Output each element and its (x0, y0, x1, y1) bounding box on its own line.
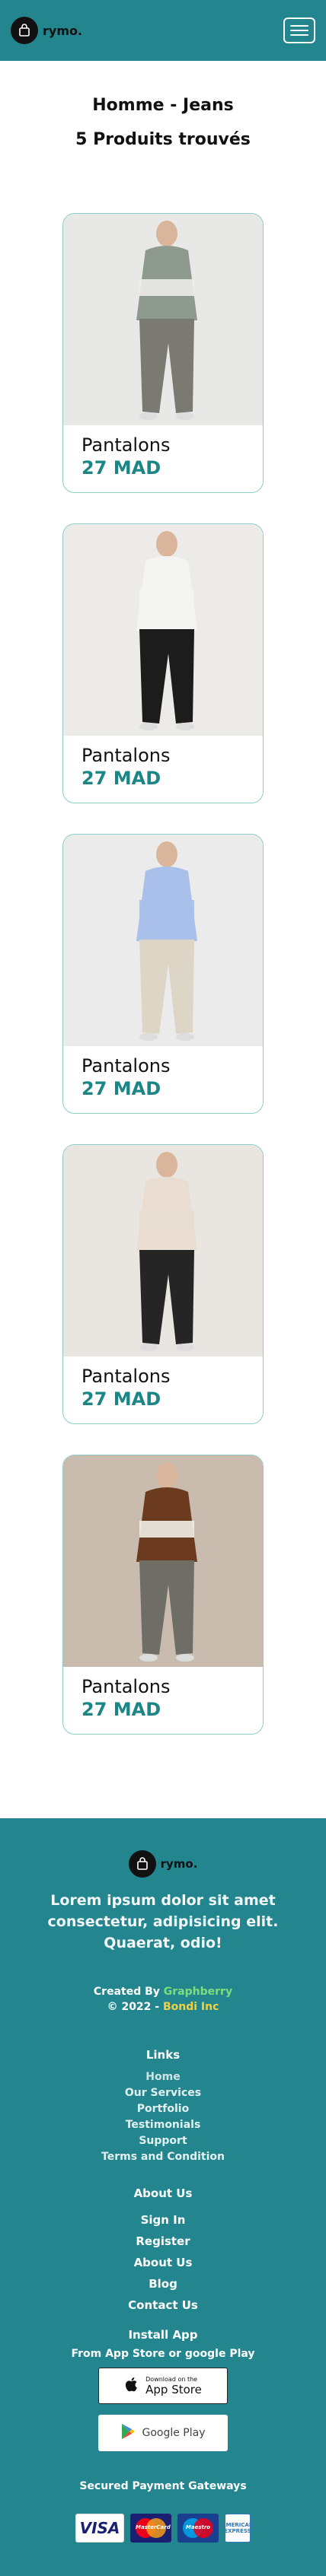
product-name[interactable]: Pantalons (82, 745, 244, 766)
google-play-button[interactable]: Google Play (98, 2415, 228, 2451)
product-card[interactable]: Pantalons 27 MAD (62, 1455, 264, 1735)
app-store-big-text: App Store (145, 2382, 202, 2396)
product-card[interactable]: Pantalons 27 MAD (62, 1144, 264, 1424)
product-name[interactable]: Pantalons (82, 1676, 244, 1697)
product-image[interactable] (63, 524, 263, 736)
product-name[interactable]: Pantalons (82, 1366, 244, 1387)
product-info: Pantalons 27 MAD (63, 1356, 263, 1419)
footer-brand-name: rymo. (160, 1857, 198, 1871)
product-price: 27 MAD (82, 768, 161, 789)
about-heading: About Us (133, 2186, 193, 2200)
maestro-label: Maestro (185, 2524, 211, 2530)
created-by-link[interactable]: Graphberry (164, 1986, 232, 1998)
footer-link-portfolio[interactable]: Portfolio (0, 2101, 326, 2117)
product-image[interactable] (63, 1455, 263, 1667)
product-card[interactable]: Pantalons 27 MAD (62, 523, 264, 803)
footer-link-testimonials[interactable]: Testimonials (0, 2117, 326, 2133)
about-link-sign-in[interactable]: Sign In (0, 2209, 326, 2231)
copyright-owner-link[interactable]: Bondi Inc (163, 2001, 219, 2013)
product-info: Pantalons 27 MAD (63, 1667, 263, 1729)
about-links: Sign In Register About Us Blog Contact U… (0, 2209, 326, 2316)
brand-logo[interactable]: rymo. (11, 17, 82, 44)
google-play-icon (120, 2423, 136, 2443)
about-link-contact[interactable]: Contact Us (0, 2295, 326, 2316)
product-image[interactable] (63, 835, 263, 1046)
install-app-title: Install App (128, 2328, 198, 2342)
product-info: Pantalons 27 MAD (63, 425, 263, 488)
mastercard-label: MasterCard (136, 2524, 171, 2530)
maestro-icon: Maestro (177, 2514, 219, 2543)
copyright-label: © 2022 - (107, 2001, 163, 2013)
product-list: Pantalons 27 MAD Pantalons 27 MAD Pantalons 2… (0, 213, 326, 1735)
product-image[interactable] (63, 1145, 263, 1356)
top-navbar: rymo. (0, 0, 326, 61)
listing-header: Homme - Jeans 5 Produits trouvés (0, 96, 326, 149)
results-count: 5 Produits trouvés (75, 130, 251, 149)
footer-link-services[interactable]: Our Services (0, 2085, 326, 2101)
credits: Created By Graphberry © 2022 - Bondi Inc (0, 1984, 326, 2015)
shopping-bag-icon (128, 1850, 156, 1878)
footer-brand-logo[interactable]: rymo. (0, 1850, 326, 1878)
footer-links: Home Our Services Portfolio Testimonials… (0, 2069, 326, 2165)
google-play-label: Google Play (142, 2427, 206, 2439)
product-image[interactable] (63, 214, 263, 425)
about-link-about-us[interactable]: About Us (0, 2252, 326, 2273)
product-info: Pantalons 27 MAD (63, 736, 263, 798)
payment-methods: VISA MasterCard Maestro AMERICAN EXPRESS (0, 2514, 326, 2543)
mastercard-icon: MasterCard (130, 2514, 171, 2543)
created-by-label: Created By (93, 1986, 164, 1998)
product-name[interactable]: Pantalons (82, 434, 244, 456)
visa-icon: VISA (75, 2514, 124, 2543)
product-price: 27 MAD (82, 457, 161, 479)
about-link-blog[interactable]: Blog (0, 2273, 326, 2295)
links-heading: Links (145, 2048, 181, 2062)
product-card[interactable]: Pantalons 27 MAD (62, 834, 264, 1114)
product-price: 27 MAD (82, 1699, 161, 1720)
footer-link-terms[interactable]: Terms and Condition (0, 2149, 326, 2165)
product-price: 27 MAD (82, 1388, 161, 1410)
site-footer: rymo. Lorem ipsum dolor sit amet consect… (0, 1818, 326, 2576)
about-link-register[interactable]: Register (0, 2231, 326, 2252)
product-info: Pantalons 27 MAD (63, 1046, 263, 1108)
brand-name: rymo. (43, 23, 83, 38)
footer-link-home[interactable]: Home (0, 2069, 326, 2085)
product-card[interactable]: Pantalons 27 MAD (62, 213, 264, 493)
product-name[interactable]: Pantalons (82, 1055, 244, 1077)
footer-tagline: Lorem ipsum dolor sit amet consectetur, … (47, 1892, 279, 1951)
install-app-subtitle: From App Store or google Play (71, 2348, 255, 2360)
footer-link-support[interactable]: Support (0, 2133, 326, 2149)
app-store-button[interactable]: Download on the App Store (98, 2368, 228, 2404)
apple-icon (124, 2376, 139, 2396)
hamburger-menu-icon[interactable] (283, 17, 315, 43)
payment-title: Secured Payment Gateways (79, 2480, 247, 2492)
category-title: Homme - Jeans (92, 96, 234, 115)
amex-icon: AMERICAN EXPRESS (222, 2514, 254, 2543)
product-price: 27 MAD (82, 1078, 161, 1099)
app-store-small-text: Download on the (145, 2375, 198, 2383)
shopping-bag-icon (11, 17, 38, 44)
